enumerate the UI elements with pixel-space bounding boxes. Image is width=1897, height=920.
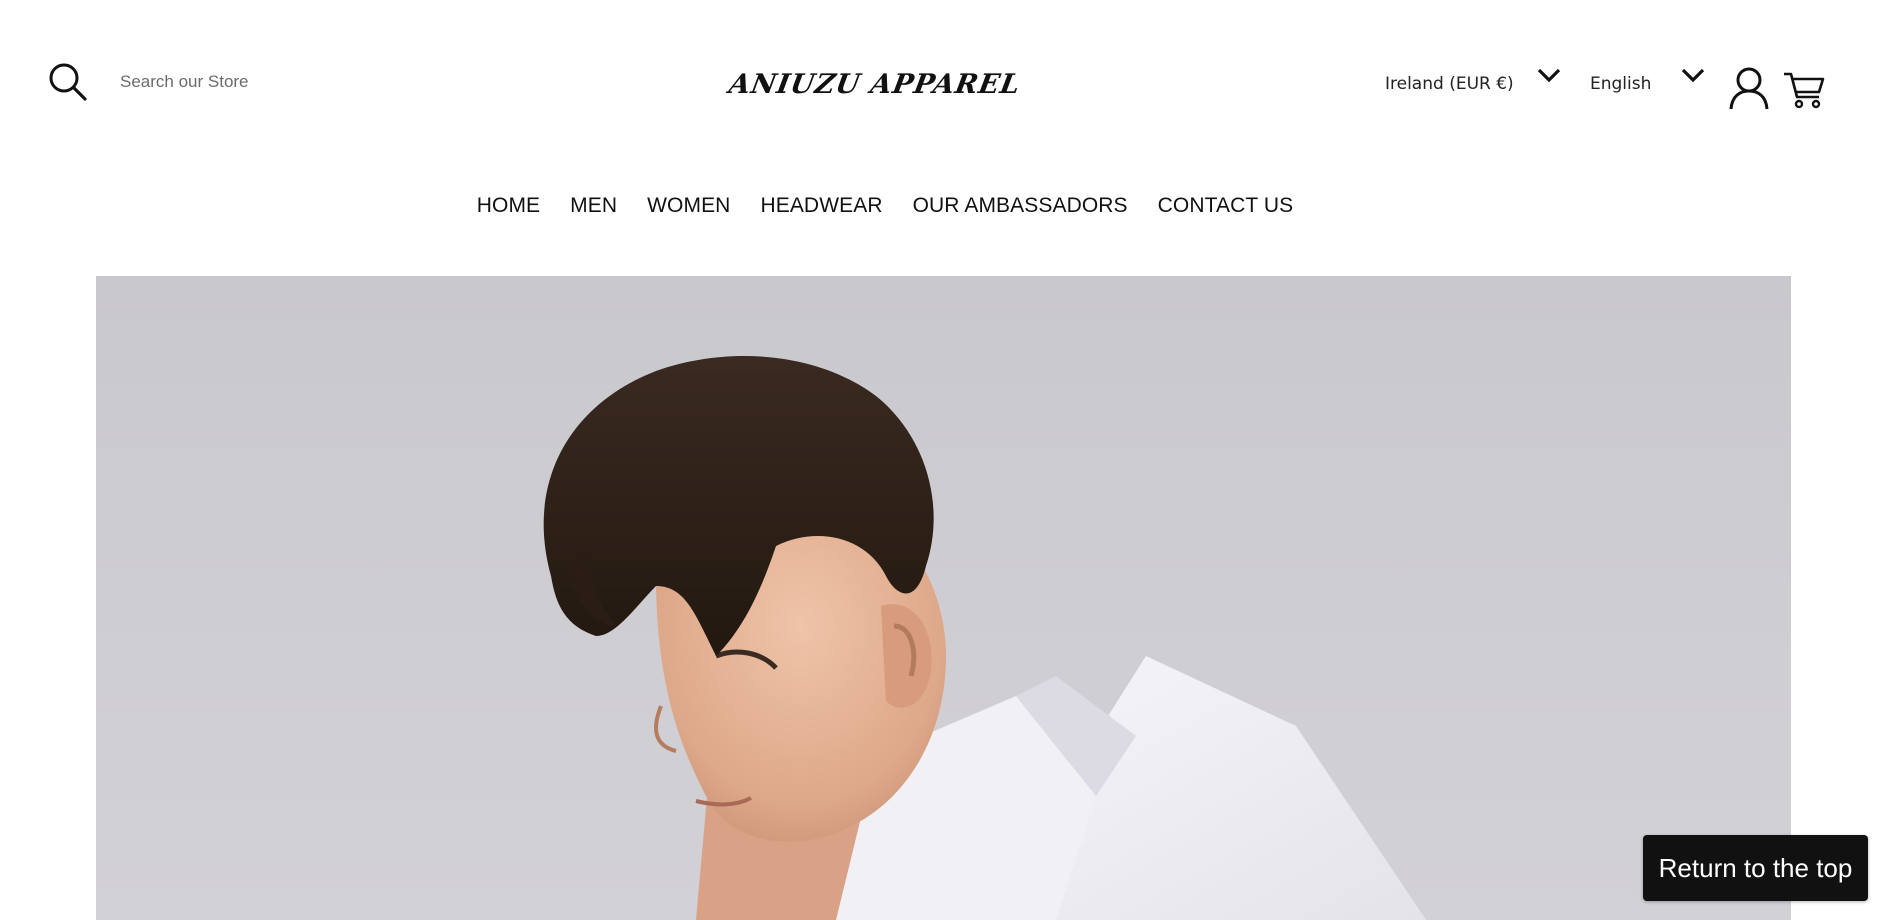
search-bar xyxy=(48,60,382,104)
site-logo[interactable]: ANIUZU APPAREL xyxy=(727,62,1023,106)
country-selector-label: Ireland (EUR €) xyxy=(1385,74,1514,94)
hero-image xyxy=(543,356,1426,920)
country-selector[interactable]: Ireland (EUR €) xyxy=(1385,68,1561,94)
main-nav: HOME MEN WOMEN HEADWEAR OUR AMBASSADORS … xyxy=(0,194,1770,218)
cart-icon[interactable] xyxy=(1783,70,1825,110)
nav-item-men[interactable]: MEN xyxy=(570,194,617,218)
chevron-down-icon[interactable] xyxy=(1680,66,1706,86)
chevron-down-icon[interactable] xyxy=(1536,66,1562,86)
language-selector[interactable]: English xyxy=(1590,68,1705,94)
nav-item-our-ambassadors[interactable]: OUR AMBASSADORS xyxy=(913,194,1128,218)
search-input[interactable] xyxy=(118,71,382,93)
nav-item-women[interactable]: WOMEN xyxy=(647,194,730,218)
nav-item-home[interactable]: HOME xyxy=(477,194,540,218)
return-to-top-button[interactable]: Return to the top xyxy=(1643,835,1868,901)
nav-item-contact-us[interactable]: CONTACT US xyxy=(1158,194,1294,218)
hero-banner[interactable] xyxy=(96,276,1791,920)
user-icon[interactable] xyxy=(1728,66,1770,110)
nav-item-headwear[interactable]: HEADWEAR xyxy=(760,194,882,218)
language-selector-label: English xyxy=(1590,74,1652,94)
page: ANIUZU APPAREL Ireland (EUR €) English H… xyxy=(0,0,1897,920)
search-icon[interactable] xyxy=(48,62,88,102)
